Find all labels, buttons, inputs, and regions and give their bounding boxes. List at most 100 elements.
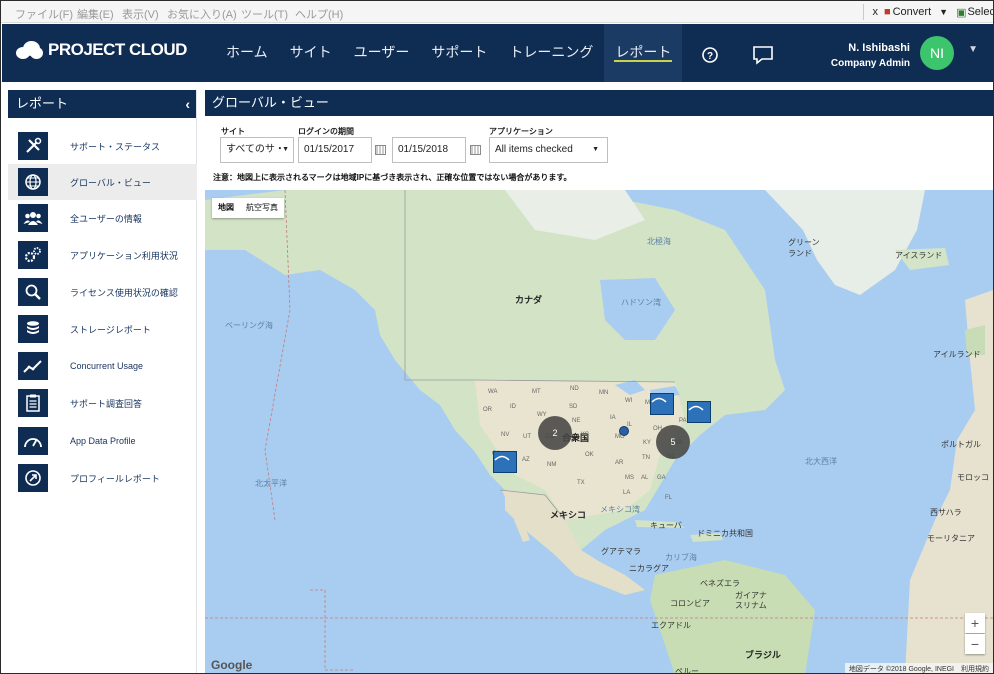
menu-edit[interactable]: 編集(E) xyxy=(77,6,114,22)
state-label: KY xyxy=(643,440,652,446)
gauge-icon xyxy=(18,427,48,455)
sidebar-item-storage-report[interactable]: ストレージレポート xyxy=(8,311,197,347)
active-tab-underline xyxy=(614,60,673,62)
chevron-down-icon[interactable]: ▼ xyxy=(968,44,978,55)
gears-icon xyxy=(18,241,48,269)
chevron-down-icon[interactable]: ▼ xyxy=(939,7,948,17)
help-icon[interactable]: ? xyxy=(702,47,718,68)
map-cluster-marker[interactable]: 2 xyxy=(538,416,572,450)
sidebar-item-label: プロフィールレポート xyxy=(70,473,160,484)
select-icon: ▣ xyxy=(956,6,967,19)
sidebar-item-all-users[interactable]: 全ユーザーの情報 xyxy=(8,200,197,236)
arrow-circle-icon xyxy=(18,464,48,492)
label-cuba: キューバ xyxy=(650,521,682,530)
sidebar-item-app-usage[interactable]: アプリケーション利用状況 xyxy=(8,237,197,273)
sidebar-item-global-view[interactable]: グローバル・ビュー xyxy=(8,164,197,200)
login-period-label: ログインの期間 xyxy=(298,127,354,136)
label-north-atlantic: 北大西洋 xyxy=(805,457,837,466)
label-canada: カナダ xyxy=(515,295,543,305)
state-label: AR xyxy=(615,460,624,466)
main-nav: ホーム サイト ユーザー サポート トレーニング レポート xyxy=(215,24,683,82)
location-pin-icon[interactable] xyxy=(687,401,711,423)
state-label: GA xyxy=(657,475,666,481)
convert-icon: ■ xyxy=(883,6,891,18)
label-west-sahara: 西サハラ xyxy=(930,508,962,517)
user-role: Company Admin xyxy=(830,58,910,69)
logo[interactable]: PROJECT CLOUD xyxy=(14,39,187,61)
map-attribution[interactable]: 地図データ ©2018 Google, INEGI 利用規約 xyxy=(844,663,993,673)
nav-training[interactable]: トレーニング xyxy=(498,24,604,82)
map-type-road[interactable]: 地図 xyxy=(212,198,240,218)
label-dominican: ドミニカ共和国 xyxy=(697,529,753,538)
menu-file[interactable]: ファイル(F) xyxy=(15,6,73,22)
database-icon xyxy=(18,315,48,343)
label-colombia: コロンビア xyxy=(670,599,710,608)
date-to-input[interactable]: 01/15/2018 xyxy=(392,137,466,163)
state-label: OK xyxy=(585,452,594,458)
magnifier-icon xyxy=(18,278,48,306)
sidebar-item-concurrent-usage[interactable]: Concurrent Usage xyxy=(8,348,197,384)
application-filter-label: アプリケーション xyxy=(489,127,553,136)
sidebar-item-profile-report[interactable]: プロフィールレポート xyxy=(8,460,197,496)
date-from-input[interactable]: 01/15/2017 xyxy=(298,137,372,163)
date-from-value: 01/15/2017 xyxy=(304,144,355,155)
state-label: MS xyxy=(625,475,634,481)
google-logo: Google xyxy=(211,658,253,672)
label-venezuela: ベネズエラ xyxy=(700,579,740,588)
nav-support[interactable]: サポート xyxy=(420,24,498,82)
sidebar-item-label: サポート調査回答 xyxy=(70,398,143,409)
collapse-sidebar-icon[interactable]: ‹ xyxy=(185,90,190,118)
close-addon-button[interactable]: x xyxy=(872,6,878,18)
label-bering-sea: ベーリング海 xyxy=(225,321,273,330)
date-to-value: 01/15/2018 xyxy=(398,144,449,155)
application-select[interactable]: All items checked ▼ xyxy=(489,137,608,163)
calendar-icon[interactable] xyxy=(375,145,386,155)
state-label: TX xyxy=(577,480,585,486)
chat-icon[interactable] xyxy=(752,45,774,70)
sidebar-header: レポート ‹ xyxy=(8,90,196,118)
calendar-icon[interactable] xyxy=(470,145,481,155)
small-location-dot[interactable] xyxy=(619,426,629,436)
menu-view[interactable]: 表示(V) xyxy=(122,6,159,22)
state-label: WY xyxy=(537,412,547,418)
zoom-in-button[interactable]: + xyxy=(965,613,985,633)
application-select-value: All items checked xyxy=(495,144,573,155)
label-brazil: ブラジル xyxy=(745,650,781,660)
select-button[interactable]: Selec xyxy=(967,6,993,18)
zoom-out-button[interactable]: − xyxy=(965,634,985,654)
location-pin-icon[interactable] xyxy=(650,393,674,415)
sidebar-item-label: Concurrent Usage xyxy=(70,361,144,371)
site-select[interactable]: すべてのサ・ ▼ xyxy=(220,137,294,163)
convert-button[interactable]: Convert xyxy=(893,6,932,18)
nav-reports[interactable]: レポート xyxy=(604,24,683,82)
sidebar-item-support-status[interactable]: サポート・ステータス xyxy=(8,128,197,164)
sidebar-title: レポート xyxy=(16,96,69,111)
label-north-pole-sea: 北極海 xyxy=(647,237,671,246)
avatar[interactable]: NI xyxy=(920,36,954,70)
state-label: ID xyxy=(510,404,516,410)
chevron-down-icon: ▼ xyxy=(592,146,599,153)
state-label: KS xyxy=(581,432,590,438)
state-label: WA xyxy=(488,389,498,395)
menu-favorites[interactable]: お気に入り(A) xyxy=(167,6,237,22)
sidebar-item-label: ストレージレポート xyxy=(70,324,151,335)
sidebar-item-support-survey[interactable]: サポート調査回答 xyxy=(8,385,197,421)
sidebar-item-license-usage[interactable]: ライセンス使用状況の確認 xyxy=(8,274,197,310)
state-label: NM xyxy=(547,462,557,468)
world-map[interactable]: 地図 航空写真 カナダ 合衆国 メキシコ グリーン ランド アイスランド アイル… xyxy=(205,190,993,673)
browser-window: ファイル(F) 編集(E) 表示(V) お気に入り(A) ツール(T) ヘルプ(… xyxy=(0,0,994,674)
map-cluster-marker[interactable]: 5 xyxy=(656,425,690,459)
nav-home[interactable]: ホーム xyxy=(215,24,279,82)
sidebar-item-app-data-profile[interactable]: App Data Profile xyxy=(8,423,197,459)
nav-site[interactable]: サイト xyxy=(279,24,343,82)
label-morocco: モロッコ xyxy=(957,473,989,482)
map-type-satellite[interactable]: 航空写真 xyxy=(240,198,284,218)
nav-users[interactable]: ユーザー xyxy=(343,24,421,82)
state-label: MT xyxy=(532,389,541,395)
state-label: PA xyxy=(679,418,687,424)
menu-tools[interactable]: ツール(T) xyxy=(241,6,288,22)
state-label: WI xyxy=(625,398,633,404)
location-pin-icon[interactable] xyxy=(493,451,517,473)
menu-help[interactable]: ヘルプ(H) xyxy=(295,6,343,22)
label-mexico-gulf: メキシコ湾 xyxy=(600,505,640,514)
